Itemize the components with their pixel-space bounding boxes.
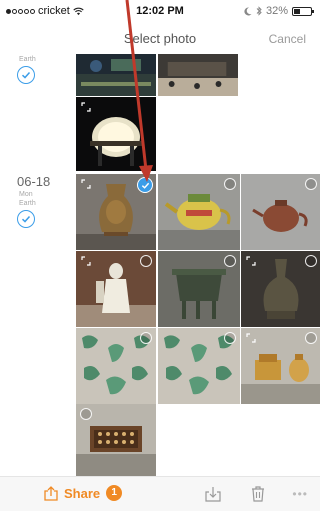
group-select-check[interactable] [17,210,35,228]
cancel-button[interactable]: Cancel [269,32,306,46]
select-circle[interactable] [80,408,92,420]
bluetooth-icon [256,6,262,16]
moon-icon [244,6,252,15]
check-icon [21,215,31,223]
photo-thumb[interactable] [241,174,320,250]
group-location: Earth [19,200,36,207]
select-circle[interactable] [224,255,236,267]
photo-thumb[interactable] [76,251,156,327]
group-location: Earth [19,56,36,63]
group-date: 06-18 [17,174,51,189]
check-icon [21,71,31,79]
expand-icon [246,256,256,266]
expand-icon [81,102,91,112]
select-circle[interactable] [224,178,236,190]
photo-thumb[interactable] [158,328,240,404]
expand-icon [246,333,256,343]
share-icon [44,485,58,501]
photo-thumb[interactable] [76,328,156,404]
share-button[interactable]: Share 1 [44,485,123,501]
status-right: 32% [244,5,314,17]
group-select-check[interactable] [17,66,35,84]
photo-thumb[interactable] [76,97,156,171]
select-circle[interactable] [140,255,152,267]
photo-thumb[interactable] [241,328,320,404]
battery-icon [292,6,314,16]
battery-percent: 32% [265,5,288,17]
share-label: Share [64,485,101,501]
select-circle[interactable] [224,332,236,344]
expand-icon [81,179,91,189]
select-circle[interactable] [305,255,317,267]
select-circle[interactable] [305,178,317,190]
group-weekday: Mon [19,191,33,198]
select-circle[interactable] [140,332,152,344]
photo-thumb[interactable] [158,54,238,96]
share-count-badge: 1 [106,485,123,501]
download-icon[interactable] [205,486,221,502]
check-icon [141,182,149,189]
trash-icon[interactable] [250,486,266,502]
status-bar: cricket 12:02 PM 32% [0,0,320,22]
photo-thumb[interactable] [241,251,320,327]
more-icon[interactable]: ••• [292,487,308,501]
select-circle[interactable] [305,332,317,344]
bottom-toolbar: Share 1 ••• [0,476,320,511]
photo-thumb[interactable] [158,251,240,327]
expand-icon [81,256,91,266]
photo-thumb[interactable] [76,54,156,96]
photo-thumb[interactable] [76,174,156,250]
photo-thumb[interactable] [76,404,156,476]
selected-check[interactable] [137,177,153,193]
nav-bar: Select photo Cancel [0,22,320,54]
photo-thumb[interactable] [158,174,240,250]
